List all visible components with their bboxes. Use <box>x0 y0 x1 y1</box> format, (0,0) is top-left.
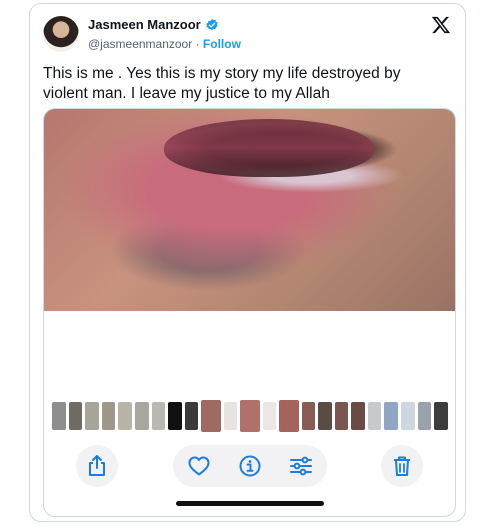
injury-photo[interactable] <box>44 109 455 311</box>
share-button[interactable] <box>76 445 118 487</box>
thumbnail[interactable] <box>52 402 66 430</box>
author-name-row[interactable]: Jasmeen Manzoor <box>88 17 219 32</box>
thumbnail[interactable] <box>384 402 399 430</box>
thumbnail[interactable] <box>262 402 277 430</box>
info-button[interactable] <box>239 455 261 477</box>
tweet-text: This is me . Yes this is my story my lif… <box>43 65 401 102</box>
trash-icon <box>392 455 412 477</box>
favorite-button[interactable] <box>188 456 210 476</box>
follow-link[interactable]: Follow <box>203 37 241 51</box>
separator-dot: · <box>195 37 200 51</box>
verified-badge-icon <box>205 18 219 32</box>
thumbnail[interactable] <box>351 402 365 430</box>
tweet-card[interactable]: Jasmeen Manzoor @jasmeenmanzoor · Follow… <box>29 3 466 522</box>
adjust-icon <box>290 456 313 476</box>
thumbnail[interactable] <box>401 402 415 430</box>
thumbnail[interactable] <box>168 402 182 430</box>
thumbnail[interactable] <box>279 400 299 432</box>
thumbnail[interactable] <box>417 402 432 430</box>
thumbnail[interactable] <box>134 402 149 430</box>
adjust-button[interactable] <box>290 456 313 476</box>
thumbnail[interactable] <box>201 400 221 432</box>
delete-button[interactable] <box>381 445 423 487</box>
author-handle[interactable]: @jasmeenmanzoor <box>88 37 192 51</box>
thumbnail[interactable] <box>223 402 238 430</box>
photo-action-group <box>173 445 327 487</box>
share-icon <box>87 455 107 477</box>
x-logo-icon[interactable] <box>431 15 451 35</box>
tweet-media[interactable] <box>43 108 456 517</box>
thumbnail[interactable] <box>118 402 132 430</box>
author-avatar[interactable] <box>43 16 79 52</box>
photo-thumbnail-strip[interactable] <box>52 400 448 432</box>
author-handle-line: @jasmeenmanzoor · Follow <box>88 37 241 51</box>
thumbnail[interactable] <box>240 400 260 432</box>
thumbnail[interactable] <box>85 402 99 430</box>
thumbnail[interactable] <box>151 402 166 430</box>
thumbnail[interactable] <box>301 402 316 430</box>
thumbnail[interactable] <box>101 402 116 430</box>
heart-icon <box>188 456 210 476</box>
thumbnail[interactable] <box>318 402 332 430</box>
thumbnail[interactable] <box>68 402 83 430</box>
author-name[interactable]: Jasmeen Manzoor <box>88 17 201 32</box>
thumbnail[interactable] <box>184 402 199 430</box>
thumbnail[interactable] <box>334 402 349 430</box>
thumbnail[interactable] <box>367 402 382 430</box>
info-icon <box>239 455 261 477</box>
bruised-eye-detail <box>164 119 374 177</box>
thumbnail[interactable] <box>434 402 448 430</box>
photo-action-toolbar <box>44 445 455 489</box>
home-indicator <box>176 501 324 506</box>
